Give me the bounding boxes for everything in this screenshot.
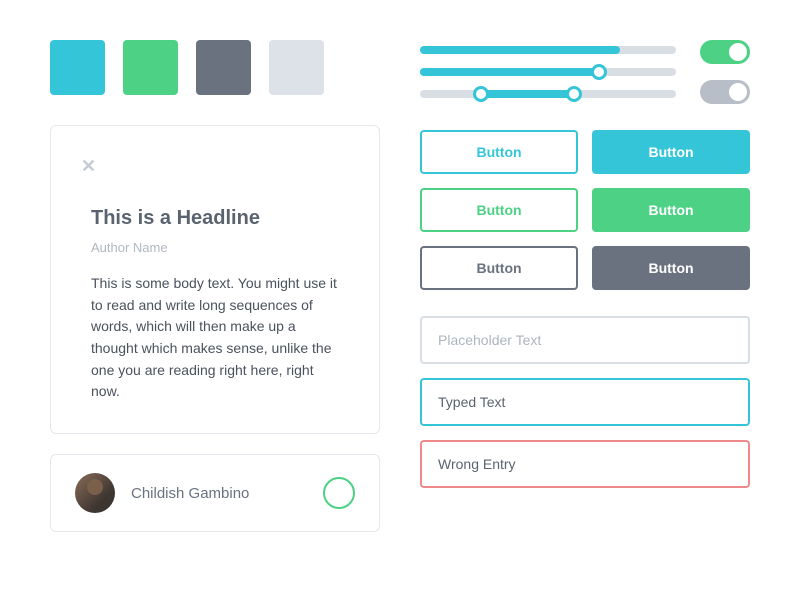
avatar xyxy=(75,473,115,513)
slider-single[interactable] xyxy=(420,68,676,76)
input-typed[interactable]: Typed Text xyxy=(420,378,750,426)
button-fill-cyan[interactable]: Button xyxy=(592,130,750,174)
input-error[interactable]: Wrong Entry xyxy=(420,440,750,488)
profile-action-icon[interactable] xyxy=(323,477,355,509)
swatch-cyan xyxy=(50,40,105,95)
content-card: ✕ This is a Headline Author Name This is… xyxy=(50,125,380,434)
button-fill-green[interactable]: Button xyxy=(592,188,750,232)
profile-card[interactable]: Childish Gambino xyxy=(50,454,380,532)
slider-range[interactable] xyxy=(420,90,676,98)
toggle-on[interactable] xyxy=(700,40,750,64)
input-placeholder[interactable]: Placeholder Text xyxy=(420,316,750,364)
swatch-green xyxy=(123,40,178,95)
button-grid: Button Button Button Button Button Butto… xyxy=(420,130,750,290)
swatch-dark-gray xyxy=(196,40,251,95)
sliders-group xyxy=(420,46,676,98)
button-outline-gray[interactable]: Button xyxy=(420,246,578,290)
toggles-group xyxy=(700,40,750,104)
button-outline-green[interactable]: Button xyxy=(420,188,578,232)
button-fill-gray[interactable]: Button xyxy=(592,246,750,290)
button-outline-cyan[interactable]: Button xyxy=(420,130,578,174)
close-icon[interactable]: ✕ xyxy=(81,156,96,177)
progress-bar[interactable] xyxy=(420,46,676,54)
toggle-off[interactable] xyxy=(700,80,750,104)
color-swatches xyxy=(50,40,380,95)
card-author: Author Name xyxy=(91,240,339,255)
inputs-group: Placeholder Text Typed Text Wrong Entry xyxy=(420,316,750,488)
profile-name: Childish Gambino xyxy=(131,485,307,502)
card-body: This is some body text. You might use it… xyxy=(91,273,339,403)
card-headline: This is a Headline xyxy=(91,207,339,230)
swatch-light-gray xyxy=(269,40,324,95)
